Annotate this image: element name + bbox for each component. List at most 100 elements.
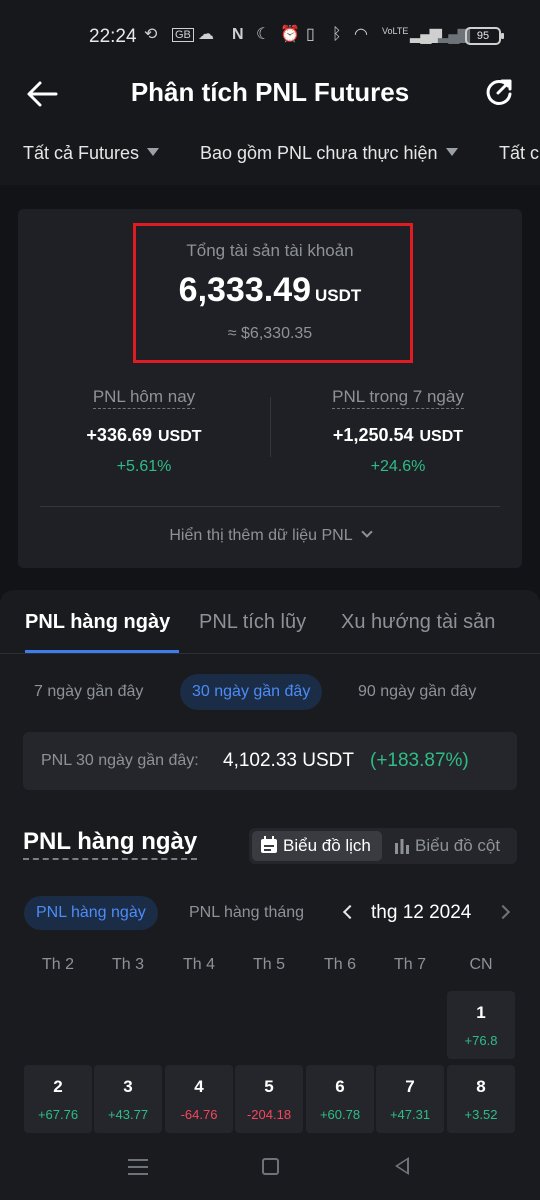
weekday-label: Th 2 (41, 956, 74, 973)
day-number: 4 (194, 1077, 204, 1096)
filter-bar: Tất cả Futures Bao gồm PNL chưa thực hiệ… (0, 135, 540, 175)
monthly-mode-button[interactable]: PNL hàng tháng (177, 896, 316, 930)
range-30-days[interactable]: 30 ngày gần đây (180, 674, 323, 710)
total-assets-usd: ≈ $6,330.35 (227, 325, 313, 342)
day-number: 8 (476, 1077, 486, 1096)
total-assets-label: Tổng tài sản tài khoản (186, 241, 354, 260)
weekday-header: Th 2 Th 3 Th 4 Th 5 Th 6 Th 7 CN (0, 956, 540, 980)
alarm-icon: ⏰ (280, 26, 300, 43)
filter-futures[interactable]: Tất cả Futures (23, 143, 160, 164)
weekday-label: Th 4 (182, 956, 215, 973)
day-pnl: -204.18 (246, 1107, 292, 1122)
weekday-label: Th 7 (393, 956, 426, 973)
range-summary: PNL 30 ngày gần đây: 4,102.33 USDT (+183… (23, 732, 517, 790)
period-selector: PNL hàng ngày PNL hàng tháng thg 12 2024 (0, 896, 540, 930)
calendar-day[interactable]: 1 +76.8 (447, 991, 515, 1059)
range-summary-value: 4,102.33 USDT (223, 750, 354, 771)
caret-down-icon (147, 148, 160, 156)
share-icon[interactable] (484, 76, 514, 108)
chart-view-toggle: Biểu đồ lịch Biểu đồ cột (249, 828, 517, 864)
pnl-week-label[interactable]: PNL trong 7 ngày (332, 387, 464, 409)
range-summary-percent: (+183.87%) (370, 750, 469, 771)
status-time: 22:24 (89, 26, 137, 47)
weekday-label: Th 6 (323, 956, 356, 973)
calendar-day[interactable]: 5 -204.18 (235, 1065, 303, 1133)
moon-icon: ☾ (256, 26, 271, 43)
day-pnl: -64.76 (180, 1107, 218, 1122)
system-nav-bar (0, 1135, 540, 1200)
weekday-label: Th 3 (111, 956, 144, 973)
day-number: 2 (53, 1077, 63, 1096)
sync-icon: ⟲ (144, 26, 158, 43)
filter-more[interactable]: Tất c (499, 143, 539, 164)
day-number: 6 (335, 1077, 345, 1096)
day-number: 1 (476, 1003, 486, 1022)
daily-mode-button[interactable]: PNL hàng ngày (24, 896, 158, 930)
nfc-icon: N (232, 26, 244, 43)
back-triangle-icon[interactable] (395, 1157, 409, 1175)
bluetooth-icon: ᛒ (332, 26, 342, 43)
day-pnl: +47.31 (389, 1107, 431, 1122)
caret-down-icon (445, 148, 458, 156)
weekday-label: CN (469, 956, 493, 973)
pnl-week-value: +1,250.54 (332, 425, 414, 445)
day-number: 5 (264, 1077, 274, 1096)
bar-view-button[interactable]: Biểu đồ cột (386, 831, 514, 861)
day-pnl: +43.77 (107, 1107, 149, 1122)
cloud-icon: ☁ (198, 26, 214, 43)
calendar-day[interactable]: 7 +47.31 (376, 1065, 444, 1133)
total-assets-unit: USDT (315, 286, 362, 305)
battery-icon: 95 (465, 27, 504, 45)
show-more-pnl-button[interactable]: Hiển thị thêm dữ liệu PNL (18, 526, 522, 545)
wifi-icon: ◠ (354, 26, 368, 43)
recent-apps-icon[interactable] (128, 1159, 148, 1175)
summary-card: Tổng tài sản tài khoản 6,333.49 USDT ≈ $6… (18, 209, 522, 568)
calendar-day[interactable]: 8 +3.52 (447, 1065, 515, 1133)
daily-pnl-title[interactable]: PNL hàng ngày (23, 828, 198, 860)
chevron-down-icon (360, 526, 373, 538)
chevron-left-icon[interactable] (342, 904, 358, 920)
total-assets-value: 6,333.49 (178, 271, 312, 309)
signal-2-icon: ▂▄▆ (438, 26, 470, 43)
day-number: 3 (123, 1077, 133, 1096)
volte-icon: VoLTE (382, 26, 409, 36)
calendar-day[interactable]: 6 +60.78 (306, 1065, 374, 1133)
weekday-label: Th 5 (252, 956, 285, 973)
pnl-today: PNL hôm nay +336.69 USDT +5.61% (34, 387, 254, 476)
show-more-label: Hiển thị thêm dữ liệu PNL (169, 527, 353, 544)
vibrate-icon: ▯ (306, 26, 315, 43)
calendar-day[interactable]: 3 +43.77 (94, 1065, 162, 1133)
day-pnl: +76.8 (464, 1033, 498, 1048)
pnl-week-percent: +24.6% (370, 458, 426, 475)
calendar-view-label: Biểu đồ lịch (283, 836, 371, 855)
pnl-week: PNL trong 7 ngày +1,250.54 USDT +24.6% (288, 387, 508, 476)
current-month: thg 12 2024 (371, 902, 472, 923)
pnl-today-unit: USDT (158, 428, 202, 445)
tab-asset-trend[interactable]: Xu hướng tài sản (341, 611, 495, 634)
range-selector: 7 ngày gần đây 30 ngày gần đây 90 ngày g… (0, 674, 540, 710)
signal-icon: ▂▄▆ (410, 26, 442, 43)
chevron-right-icon[interactable] (495, 904, 511, 920)
calendar-icon (261, 836, 277, 853)
calendar-day[interactable]: 4 -64.76 (165, 1065, 233, 1133)
calendar-view-button[interactable]: Biểu đồ lịch (252, 831, 382, 861)
pnl-panel: PNL hàng ngày PNL tích lũy Xu hướng tài … (0, 590, 540, 1135)
day-pnl: +67.76 (37, 1107, 79, 1122)
range-90-days[interactable]: 90 ngày gần đây (346, 674, 488, 710)
filter-unrealized[interactable]: Bao gồm PNL chưa thực hiện (200, 143, 458, 164)
range-summary-label: PNL 30 ngày gần đây: (41, 752, 199, 769)
pnl-week-unit: USDT (419, 428, 464, 445)
total-assets: 6,333.49 USDT (18, 271, 522, 310)
range-7-days[interactable]: 7 ngày gần đây (22, 674, 155, 710)
day-pnl: +3.52 (464, 1107, 498, 1122)
tab-indicator (25, 650, 179, 653)
calendar-day[interactable]: 2 +67.76 (24, 1065, 92, 1133)
day-number: 7 (405, 1077, 415, 1096)
gb-icon: GB (172, 28, 194, 42)
pnl-tabs: PNL hàng ngày PNL tích lũy Xu hướng tài … (0, 590, 540, 654)
pnl-today-label[interactable]: PNL hôm nay (92, 387, 196, 409)
home-icon[interactable] (262, 1158, 279, 1175)
pnl-today-percent: +5.61% (116, 458, 172, 475)
tab-cumulative-pnl[interactable]: PNL tích lũy (199, 611, 306, 634)
tab-daily-pnl[interactable]: PNL hàng ngày (25, 611, 170, 634)
